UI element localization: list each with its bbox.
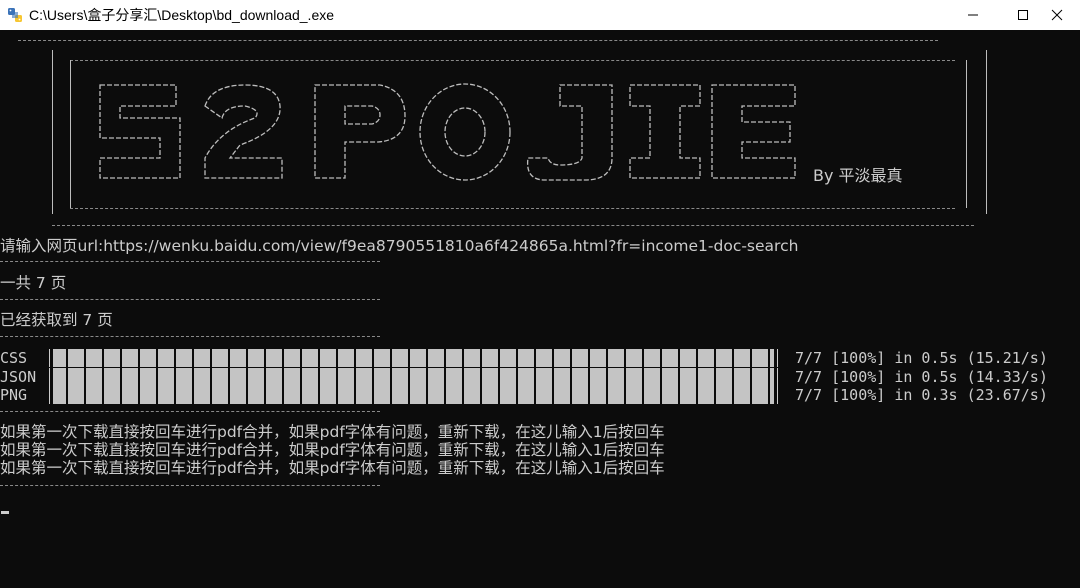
progress-label: CSS: [0, 349, 28, 367]
minimize-button[interactable]: [950, 0, 996, 30]
progress-bar: [49, 386, 778, 404]
maximize-icon: [1018, 10, 1028, 20]
hint-message: 如果第一次下载直接按回车进行pdf合并，如果pdf字体有问题，重新下载，在这儿输…: [0, 441, 665, 459]
text-cursor[interactable]: [1, 511, 9, 514]
close-button[interactable]: [1034, 0, 1080, 30]
banner-byline: By 平淡最真: [813, 166, 903, 185]
progress-stat: 7/7 [100%] in 0.5s (15.21/s): [795, 349, 1048, 367]
window-title: C:\Users\盒子分享汇\Desktop\bd_download_.exe: [29, 7, 335, 23]
progress-stat: 7/7 [100%] in 0.5s (14.33/s): [795, 368, 1048, 386]
python-app-icon: [7, 7, 23, 23]
hint-message: 如果第一次下载直接按回车进行pdf合并，如果pdf字体有问题，重新下载，在这儿输…: [0, 459, 665, 477]
fetched-pages-line: 已经获取到 7 页: [0, 311, 113, 329]
url-prompt-line: 请输入网页url:https://wenku.baidu.com/view/f9…: [0, 237, 799, 255]
close-icon: [1051, 9, 1063, 21]
total-pages-line: 一共 7 页: [0, 274, 67, 292]
console-output[interactable]: By 平淡最真 请输入网页url:https://wenku.baidu.com…: [0, 30, 1080, 588]
hint-message: 如果第一次下载直接按回车进行pdf合并，如果pdf字体有问题，重新下载，在这儿输…: [0, 423, 665, 441]
progress-bar: [49, 349, 778, 367]
progress-bar: [49, 368, 778, 386]
ascii-logo-52pojie: [99, 83, 796, 181]
window-title-bar[interactable]: C:\Users\盒子分享汇\Desktop\bd_download_.exe: [0, 0, 1080, 30]
minimize-icon: [968, 14, 978, 16]
progress-label: JSON: [0, 368, 37, 386]
progress-stat: 7/7 [100%] in 0.3s (23.67/s): [795, 386, 1048, 404]
progress-label: PNG: [0, 386, 28, 404]
